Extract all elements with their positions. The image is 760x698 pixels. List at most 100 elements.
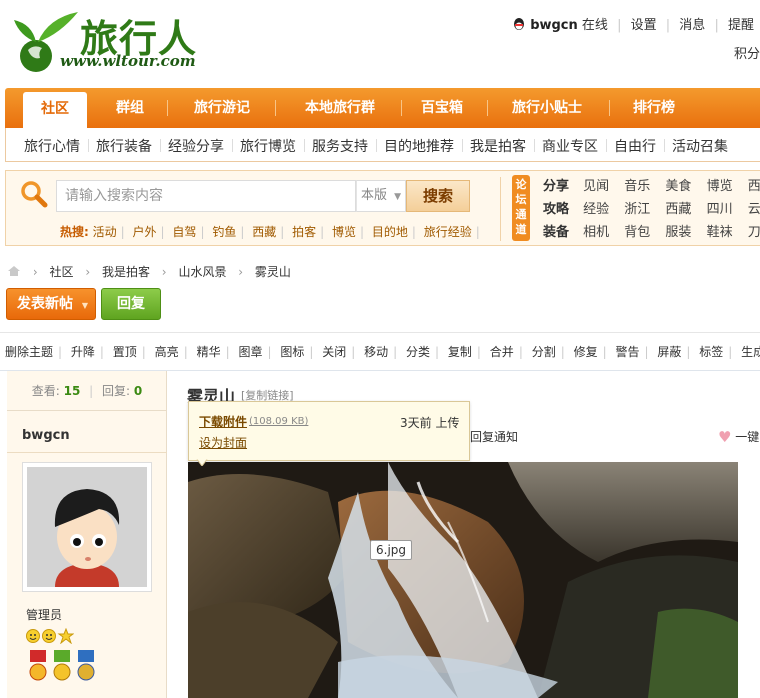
channel-link[interactable]: 相机	[583, 221, 620, 240]
username-link[interactable]: bwgcn	[530, 18, 578, 33]
subnav-item[interactable]: 经验分享	[168, 136, 224, 156]
reply-button[interactable]: 回复	[101, 288, 161, 320]
channel-link[interactable]: 云南	[748, 198, 760, 217]
subnav-item[interactable]: 我是拍客	[470, 136, 526, 156]
channel-link[interactable]: 音乐	[624, 175, 661, 194]
hot-search-link[interactable]: 钓鱼	[212, 225, 236, 239]
channel-link[interactable]: 背包	[624, 221, 661, 240]
mod-action[interactable]: 警告	[615, 345, 639, 359]
medals-icon	[29, 650, 95, 681]
nav-item-toolbox[interactable]: 百宝箱	[409, 88, 475, 128]
channel-lead[interactable]: 分享	[543, 175, 579, 194]
channel-link[interactable]: 见闻	[583, 175, 620, 194]
mod-action[interactable]: 升降	[71, 345, 95, 359]
breadcrumb-item[interactable]: 社区	[49, 265, 73, 279]
hot-search-link[interactable]: 自驾	[172, 225, 196, 239]
settings-link[interactable]: 设置	[631, 18, 657, 33]
set-cover-link[interactable]: 设为封面	[199, 434, 247, 451]
search-scope-select[interactable]: 本版 ▼	[356, 180, 406, 212]
search-input[interactable]: 请输入搜索内容	[56, 180, 356, 212]
author-name[interactable]: bwgcn	[22, 428, 70, 443]
mod-action[interactable]: 分割	[532, 345, 556, 359]
nav-item-local-groups[interactable]: 本地旅行群	[281, 88, 399, 128]
subnav-item[interactable]: 旅行心情	[24, 136, 80, 156]
nav-item-rankings[interactable]: 排行榜	[621, 88, 687, 128]
nav-item-tips[interactable]: 旅行小贴士	[497, 88, 597, 128]
channel-link[interactable]: 博览	[707, 175, 744, 194]
mod-action[interactable]: 屏蔽	[657, 345, 681, 359]
channel-link[interactable]: 刀具	[748, 221, 760, 240]
subnav-item[interactable]: 自由行	[614, 136, 656, 156]
breadcrumb-item[interactable]: 我是拍客	[102, 265, 150, 279]
channel-lead[interactable]: 攻略	[543, 198, 579, 217]
views-label: 查看:	[31, 384, 60, 398]
divider	[88, 139, 89, 152]
home-icon[interactable]	[7, 265, 21, 277]
divider	[7, 452, 167, 453]
channel-link[interactable]: 服装	[665, 221, 702, 240]
mod-action[interactable]: 高亮	[155, 345, 179, 359]
subnav-item[interactable]: 旅行装备	[96, 136, 152, 156]
breadcrumb-item[interactable]: 山水风景	[178, 265, 226, 279]
search-panel: 请输入搜索内容 本版 ▼ 搜索 热搜: 活动 | 户外 | 自驾 | 钓鱼 | 西藏 | …	[5, 170, 760, 246]
mod-action[interactable]: 复制	[448, 345, 472, 359]
channel-link[interactable]: 浙江	[624, 198, 661, 217]
channel-lead[interactable]: 装备	[543, 221, 579, 240]
subnav-item[interactable]: 服务支持	[312, 136, 368, 156]
notifications-link[interactable]: 提醒	[728, 18, 754, 33]
channel-link[interactable]: 美食	[665, 175, 702, 194]
channel-link[interactable]: 鞋袜	[707, 221, 744, 240]
reply-notice-toggle[interactable]: 回复通知	[470, 428, 518, 445]
nav-divider	[609, 100, 610, 116]
subnav-item[interactable]: 目的地推荐	[384, 136, 454, 156]
mod-action[interactable]: 分类	[406, 345, 430, 359]
subnav-item[interactable]: 活动召集	[672, 136, 728, 156]
mod-action[interactable]: 图章	[238, 345, 262, 359]
subnav-item[interactable]: 旅行博览	[240, 136, 296, 156]
hot-searches: 热搜: 活动 | 户外 | 自驾 | 钓鱼 | 西藏 | 拍客 | 博览 | 目的地 | 旅行经…	[60, 225, 480, 239]
subnav-item[interactable]: 商业专区	[542, 136, 598, 156]
channel-link[interactable]: 西藏	[665, 198, 702, 217]
medal-icons	[26, 650, 98, 690]
new-post-label: 发表新帖	[17, 296, 73, 312]
hot-search-link[interactable]: 目的地	[372, 225, 408, 239]
nav-item-community[interactable]: 社区	[23, 92, 87, 128]
credit-link[interactable]: 积分	[734, 43, 760, 62]
user-bar: bwgcn 在线 | 设置 | 消息 | 提醒	[512, 14, 754, 33]
hot-search-link[interactable]: 拍客	[292, 225, 316, 239]
breadcrumb-current[interactable]: 雾灵山	[255, 265, 291, 279]
nav-item-groups[interactable]: 群组	[97, 88, 163, 128]
mod-action[interactable]: 合并	[490, 345, 514, 359]
messages-link[interactable]: 消息	[679, 18, 705, 33]
forum-channel-badge: 论坛通道	[512, 175, 530, 241]
channel-link[interactable]: 经验	[583, 198, 620, 217]
mod-action[interactable]: 生成文章	[741, 345, 760, 359]
download-attachment-link[interactable]: 下载附件	[199, 413, 247, 430]
channel-link[interactable]: 四川	[707, 198, 744, 217]
mod-action[interactable]: 图标	[280, 345, 304, 359]
mod-action[interactable]: 移动	[364, 345, 388, 359]
favorite-button[interactable]: ♥ 一键	[718, 428, 759, 446]
search-button[interactable]: 搜索	[406, 180, 470, 212]
hot-search-link[interactable]: 活动	[93, 225, 117, 239]
hot-search-link[interactable]: 户外	[133, 225, 157, 239]
attachment-image[interactable]	[188, 462, 738, 698]
mod-action[interactable]: 精华	[197, 345, 221, 359]
new-post-button[interactable]: 发表新帖 ▼	[6, 288, 96, 320]
channel-row-gear: 装备 相机 背包 服装 鞋袜 刀具	[543, 221, 760, 240]
hot-search-link[interactable]: 西藏	[252, 225, 276, 239]
breadcrumb: › 社区 › 我是拍客 › 山水风景 › 雾灵山	[7, 263, 291, 280]
mod-action[interactable]: 置顶	[113, 345, 137, 359]
hot-search-link[interactable]: 旅行经验	[424, 225, 472, 239]
chevron-right-icon: ›	[238, 265, 244, 279]
nav-divider	[401, 100, 402, 116]
mod-action[interactable]: 修复	[574, 345, 598, 359]
mod-action[interactable]: 关闭	[322, 345, 346, 359]
mod-action[interactable]: 删除主题	[5, 345, 53, 359]
nav-item-travelogues[interactable]: 旅行游记	[175, 88, 269, 128]
hot-search-link[interactable]: 博览	[332, 225, 356, 239]
channel-row-guides: 攻略 经验 浙江 西藏 四川 云南	[543, 198, 760, 217]
channel-link[interactable]: 西藏	[748, 175, 760, 194]
mod-action[interactable]: 标签	[699, 345, 723, 359]
avatar[interactable]	[22, 462, 152, 592]
